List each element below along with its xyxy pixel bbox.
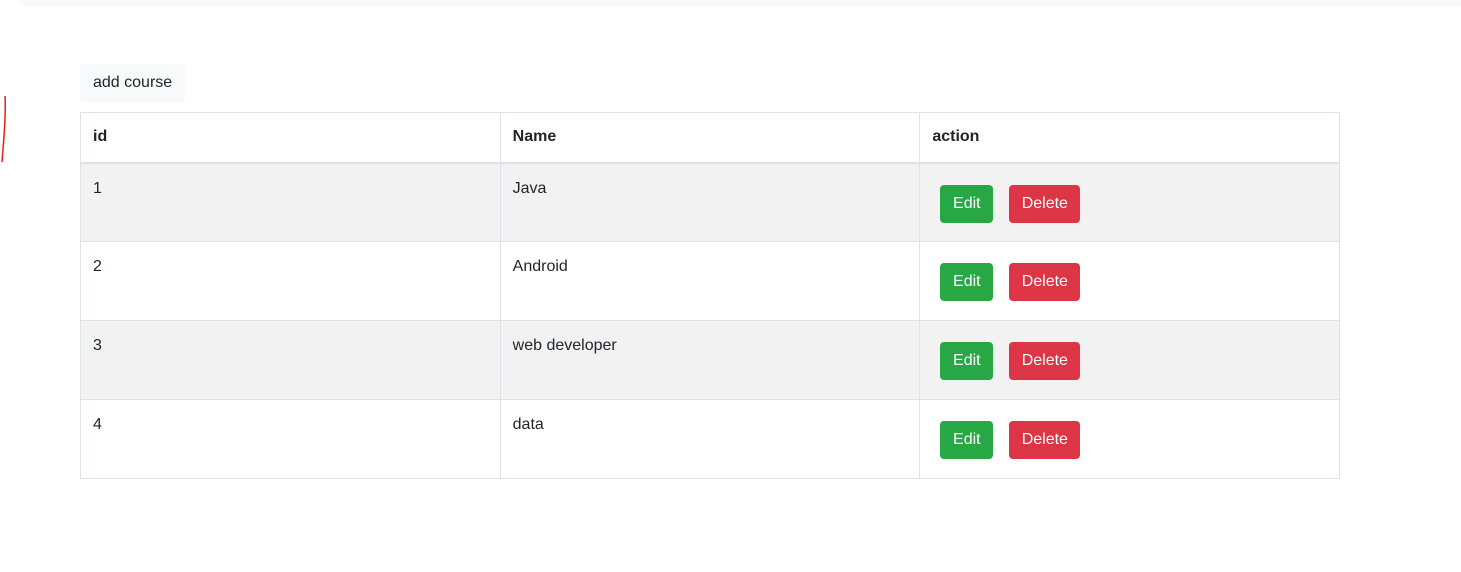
cell-action: Edit Delete xyxy=(919,162,1340,242)
cell-id: 4 xyxy=(80,399,501,479)
header-name: Name xyxy=(499,112,921,164)
cell-name: web developer xyxy=(499,320,921,400)
cell-id: 1 xyxy=(80,162,501,242)
cell-action: Edit Delete xyxy=(919,241,1340,321)
edit-button[interactable]: Edit xyxy=(940,184,994,223)
delete-button[interactable]: Delete xyxy=(1009,263,1081,301)
delete-button[interactable]: Delete xyxy=(1009,421,1081,459)
table-row: 4 data Edit Delete xyxy=(80,399,1340,479)
edit-button[interactable]: Edit xyxy=(940,263,994,301)
delete-button[interactable]: Delete xyxy=(1009,184,1081,223)
edit-button[interactable]: Edit xyxy=(940,421,994,459)
courses-table: id Name action 1 Java Edit Delete 2 Andro… xyxy=(80,112,1340,479)
add-course-button[interactable]: add course xyxy=(80,64,186,102)
red-annotation-mark xyxy=(1,96,7,163)
table-row: 2 Android Edit Delete xyxy=(80,241,1340,321)
cell-id: 3 xyxy=(80,320,501,400)
table-row: 1 Java Edit Delete xyxy=(80,162,1340,242)
cell-name: data xyxy=(499,399,921,479)
header-id: id xyxy=(80,112,501,164)
edit-button[interactable]: Edit xyxy=(940,342,994,380)
table-header-row: id Name action xyxy=(80,112,1340,164)
top-bar xyxy=(20,0,1461,6)
cell-name: Java xyxy=(499,162,921,242)
table-row: 3 web developer Edit Delete xyxy=(80,320,1340,400)
cell-action: Edit Delete xyxy=(919,399,1340,479)
cell-id: 2 xyxy=(80,241,501,321)
cell-action: Edit Delete xyxy=(919,320,1340,400)
header-action: action xyxy=(919,112,1340,164)
cell-name: Android xyxy=(499,241,921,321)
main-content: add course id Name action 1 Java Edit Del… xyxy=(80,64,1340,479)
delete-button[interactable]: Delete xyxy=(1009,342,1081,380)
